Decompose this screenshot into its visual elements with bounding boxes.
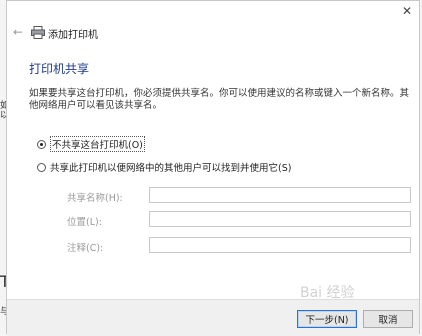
next-button[interactable]: 下一步(N) bbox=[297, 310, 357, 328]
share-label[interactable]: 共享此打印机以便网络中的其他用户可以找到并使用它(S) bbox=[50, 160, 291, 174]
comment-input[interactable] bbox=[149, 237, 411, 253]
page-description: 如果要共享这台打印机，你必须提供共享名。你可以使用建议的名称或键入一个新名称。其… bbox=[29, 88, 410, 111]
page-heading: 打印机共享 bbox=[29, 62, 90, 76]
no-share-label[interactable]: 不共享这台打印机(O) bbox=[50, 136, 145, 152]
no-share-option[interactable]: 不共享这台打印机(O) bbox=[37, 136, 145, 152]
watermark: Bai 经验 bbox=[300, 285, 355, 301]
back-arrow-icon[interactable]: ← bbox=[13, 25, 23, 39]
wizard-title: 添加打印机 bbox=[48, 30, 98, 41]
dialog-footer: 下一步(N) 取消 bbox=[7, 299, 419, 336]
no-share-radio[interactable] bbox=[37, 139, 46, 149]
location-label: 位置(L): bbox=[67, 217, 102, 228]
title-bar: ✕ bbox=[7, 1, 419, 21]
cancel-button[interactable]: 取消 bbox=[363, 310, 413, 328]
printer-icon bbox=[31, 26, 45, 39]
comment-label: 注释(C): bbox=[67, 243, 104, 254]
location-input[interactable] bbox=[149, 211, 411, 227]
close-icon[interactable]: ✕ bbox=[401, 5, 413, 17]
share-radio[interactable] bbox=[37, 162, 46, 172]
wizard-header: ← 添加打印机 bbox=[7, 23, 419, 43]
add-printer-dialog: ✕ ← 添加打印机 打印机共享 如果要共享这台打印机，你必须提供共享名。你可以使… bbox=[6, 0, 420, 336]
share-name-label: 共享名称(H): bbox=[67, 193, 123, 204]
share-option[interactable]: 共享此打印机以便网络中的其他用户可以找到并使用它(S) bbox=[37, 160, 291, 174]
share-name-input[interactable] bbox=[149, 187, 411, 203]
